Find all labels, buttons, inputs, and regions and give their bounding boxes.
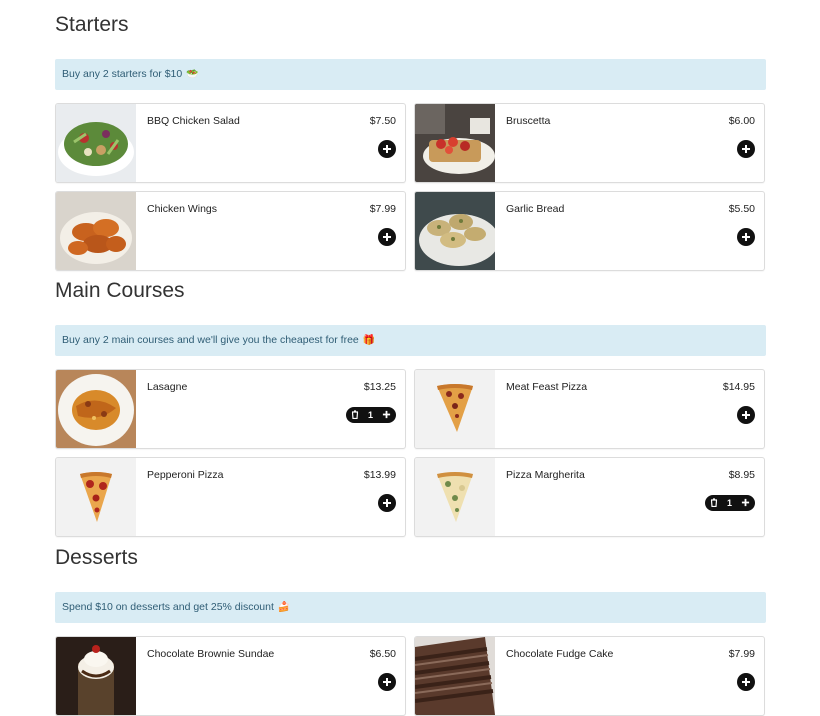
garlic-bread-image (415, 192, 495, 270)
promo-banner: Buy any 2 starters for $10 🥗 (55, 59, 766, 90)
promo-banner: Buy any 2 main courses and we'll give yo… (55, 325, 766, 356)
quantity-stepper[interactable]: 1 (705, 495, 755, 511)
section-title: Main Courses (55, 279, 185, 302)
salad-image (56, 104, 136, 182)
add-to-cart-button[interactable] (737, 406, 755, 424)
plus-icon (383, 233, 391, 241)
increase-quantity-button[interactable] (741, 498, 750, 509)
menu-item-card[interactable]: Pepperoni Pizza $13.99 (55, 457, 406, 537)
section-starters: Starters Buy any 2 starters for $10 🥗 BB… (55, 12, 766, 271)
pepperoni-pizza-image (56, 458, 136, 536)
plus-icon (741, 498, 750, 506)
plus-icon (383, 678, 391, 686)
item-price: $7.50 (369, 115, 396, 127)
item-name: Pepperoni Pizza (147, 469, 224, 481)
item-name: Chicken Wings (147, 203, 218, 215)
plus-icon (742, 233, 750, 241)
item-name: Bruscetta (506, 115, 551, 127)
item-price: $13.25 (363, 381, 396, 393)
item-name: Chocolate Fudge Cake (506, 648, 614, 660)
item-name: Meat Feast Pizza (506, 381, 588, 393)
item-name: Lasagne (147, 381, 188, 393)
trash-icon (710, 497, 718, 507)
promo-text: Spend $10 on desserts and get 25% discou… (62, 601, 274, 613)
remove-item-button[interactable] (351, 409, 359, 421)
item-name: Chocolate Brownie Sundae (147, 648, 275, 660)
menu-item-card[interactable]: Chicken Wings $7.99 (55, 191, 406, 271)
section-title: Starters (55, 13, 129, 36)
add-to-cart-button[interactable] (378, 673, 396, 691)
menu-item-card[interactable]: Bruscetta $6.00 (414, 103, 765, 183)
item-price: $8.95 (728, 469, 755, 481)
promo-text: Buy any 2 starters for $10 (62, 68, 183, 80)
menu-item-card[interactable]: Chocolate Brownie Sundae $6.50 (55, 636, 406, 716)
promo-text: Buy any 2 main courses and we'll give yo… (62, 334, 359, 346)
gift-emoji-icon: 🎁 (362, 335, 376, 346)
add-to-cart-button[interactable] (378, 140, 396, 158)
fudge-cake-image (415, 637, 495, 715)
meat-feast-pizza-image (415, 370, 495, 448)
add-to-cart-button[interactable] (378, 494, 396, 512)
pizza-margherita-image (415, 458, 495, 536)
quantity-stepper[interactable]: 1 (346, 407, 396, 423)
add-to-cart-button[interactable] (378, 228, 396, 246)
brownie-sundae-image (56, 637, 136, 715)
menu-item-card[interactable]: Pizza Margherita $8.95 1 (414, 457, 765, 537)
menu-item-card[interactable]: Garlic Bread $5.50 (414, 191, 765, 271)
item-name: BBQ Chicken Salad (147, 115, 240, 127)
menu-item-card[interactable]: BBQ Chicken Salad $7.50 (55, 103, 406, 183)
item-price: $6.50 (369, 648, 396, 660)
add-to-cart-button[interactable] (737, 228, 755, 246)
item-price: $13.99 (363, 469, 396, 481)
add-to-cart-button[interactable] (737, 140, 755, 158)
lasagne-image (56, 370, 136, 448)
increase-quantity-button[interactable] (382, 410, 391, 421)
section-main-courses: Main Courses Buy any 2 main courses and … (55, 278, 766, 537)
quantity-value: 1 (726, 498, 732, 508)
menu-item-card[interactable]: Chocolate Fudge Cake $7.99 (414, 636, 765, 716)
plus-icon (383, 145, 391, 153)
plus-icon (382, 410, 391, 418)
chicken-wings-image (56, 192, 136, 270)
plus-icon (742, 411, 750, 419)
section-desserts: Desserts Spend $10 on desserts and get 2… (55, 545, 766, 716)
plus-icon (383, 499, 391, 507)
salad-emoji-icon: 🥗 (186, 69, 199, 80)
promo-banner: Spend $10 on desserts and get 25% discou… (55, 592, 766, 623)
remove-item-button[interactable] (710, 497, 718, 509)
plus-icon (742, 678, 750, 686)
item-price: $14.95 (722, 381, 755, 393)
item-name: Garlic Bread (506, 203, 565, 215)
menu-item-card[interactable]: Meat Feast Pizza $14.95 (414, 369, 765, 449)
trash-icon (351, 409, 359, 419)
item-price: $7.99 (369, 203, 396, 215)
item-name: Pizza Margherita (506, 469, 585, 481)
item-price: $5.50 (728, 203, 755, 215)
add-to-cart-button[interactable] (737, 673, 755, 691)
section-title: Desserts (55, 546, 138, 569)
bruscetta-image (415, 104, 495, 182)
cake-emoji-icon: 🍰 (277, 602, 291, 613)
item-price: $6.00 (728, 115, 755, 127)
plus-icon (742, 145, 750, 153)
menu-page: Starters Buy any 2 starters for $10 🥗 BB… (0, 0, 820, 716)
item-price: $7.99 (728, 648, 755, 660)
menu-item-card[interactable]: Lasagne $13.25 1 (55, 369, 406, 449)
quantity-value: 1 (367, 410, 373, 420)
